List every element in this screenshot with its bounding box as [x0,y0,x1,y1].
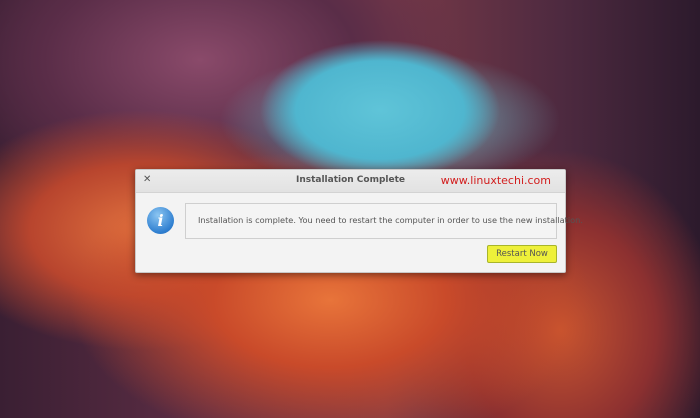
message-text: Installation is complete. You need to re… [198,215,583,225]
message-box: Installation is complete. You need to re… [185,203,583,239]
watermark: www.linuxtechi.com [440,174,551,187]
dialog-titlebar: ✕ Installation Complete www.linuxtechi.c… [136,170,565,193]
installation-complete-dialog: ✕ Installation Complete www.linuxtechi.c… [135,169,583,273]
info-icon: i [147,207,174,234]
restart-now-button[interactable]: Restart Now [487,245,557,263]
